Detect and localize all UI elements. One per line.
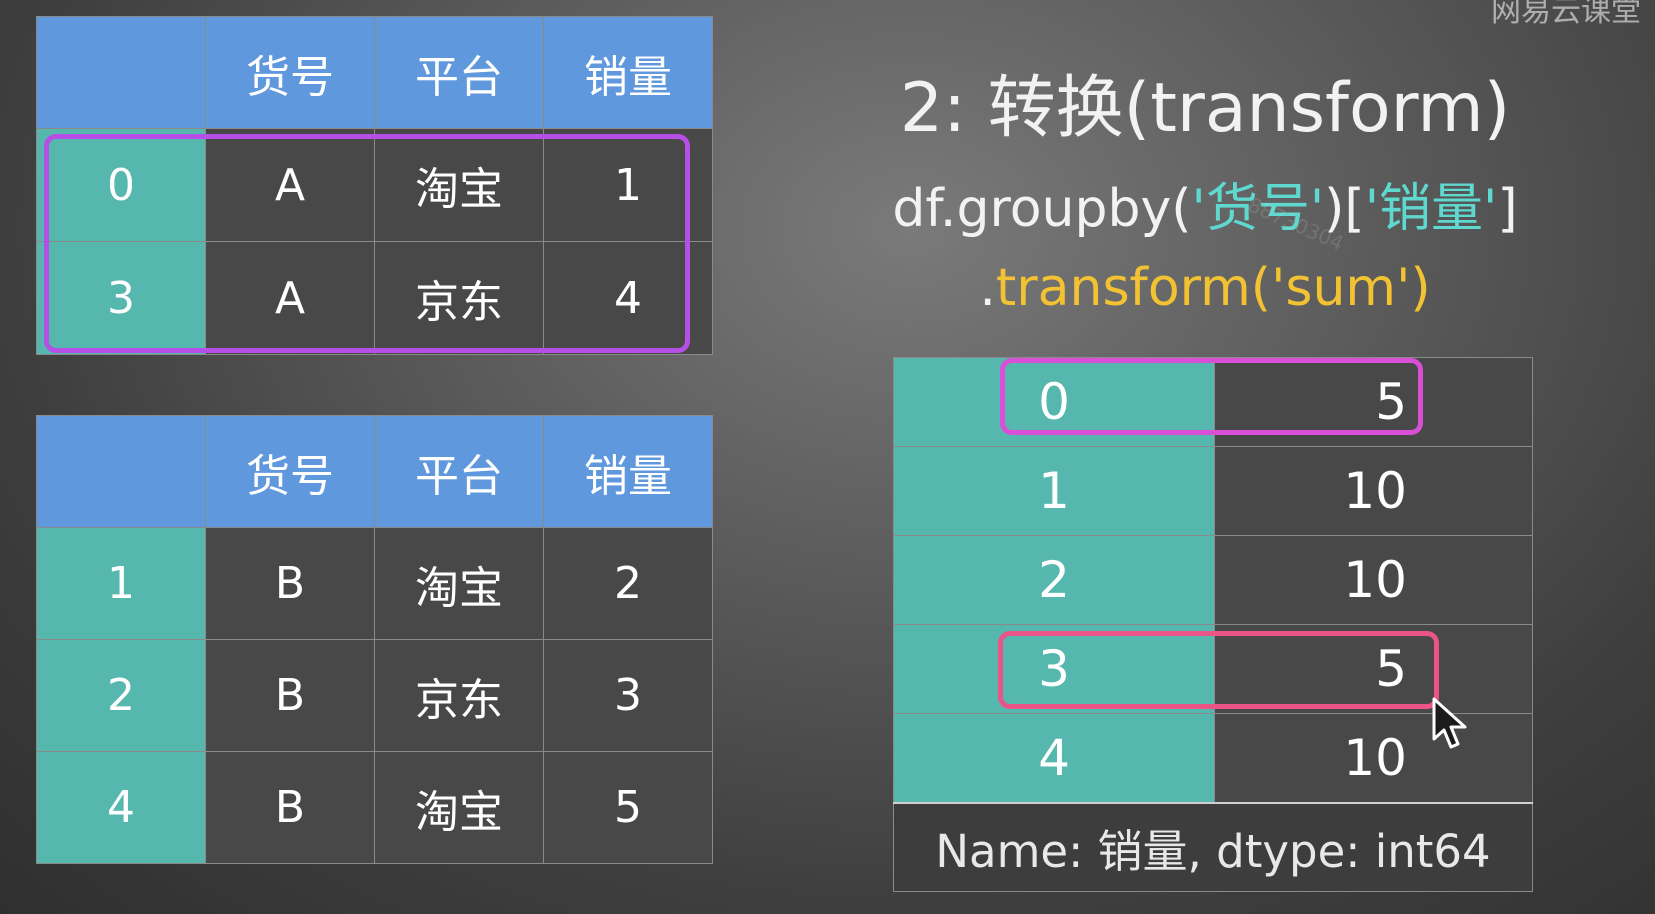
sales-cell: 3 bbox=[543, 639, 713, 752]
group-a-header-corner bbox=[36, 16, 206, 129]
code-groupby-suffix: ] bbox=[1497, 179, 1518, 239]
result-index-cell: 1 bbox=[893, 446, 1215, 536]
result-series-table: 0 5 1 10 2 10 3 5 4 10 Name: 销量, dtype: … bbox=[893, 357, 1533, 892]
code-groupby-prefix: df.groupby( bbox=[892, 179, 1192, 239]
table-row: 4 B 淘宝 5 bbox=[36, 751, 713, 864]
platform-cell: 淘宝 bbox=[374, 527, 544, 640]
group-a-header-row: 货号 平台 销量 bbox=[36, 16, 713, 129]
group-b-header-item-no: 货号 bbox=[205, 415, 375, 528]
result-value-cell: 10 bbox=[1214, 446, 1533, 536]
brand-logo-text: 网易云课堂 bbox=[1491, 0, 1641, 29]
item-no-cell: B bbox=[205, 751, 375, 864]
group-b-header-row: 货号 平台 销量 bbox=[36, 415, 713, 528]
group-a-header-platform: 平台 bbox=[374, 16, 544, 129]
series-dtype-footer: Name: 销量, dtype: int64 bbox=[893, 801, 1533, 892]
code-column-selector: '销量' bbox=[1364, 179, 1498, 239]
group-a-header-item-no: 货号 bbox=[205, 16, 375, 129]
result-value-cell: 10 bbox=[1214, 535, 1533, 625]
result-value-cell: 10 bbox=[1214, 713, 1533, 803]
platform-cell: 淘宝 bbox=[374, 751, 544, 864]
code-transform-dot: . bbox=[979, 258, 996, 318]
group-b-header-corner bbox=[36, 415, 206, 528]
code-line-transform: .transform('sum') bbox=[860, 258, 1550, 318]
item-no-cell: B bbox=[205, 527, 375, 640]
code-transform-call: transform('sum') bbox=[995, 258, 1431, 318]
slide-title: 2: 转换(transform) bbox=[899, 69, 1511, 148]
result-index-cell: 4 bbox=[893, 713, 1215, 803]
group-b-table: 货号 平台 销量 1 B 淘宝 2 2 B 京东 3 4 B 淘宝 5 bbox=[36, 415, 713, 864]
row-index: 1 bbox=[36, 527, 206, 640]
row-index: 2 bbox=[36, 639, 206, 752]
result-footer-row: Name: 销量, dtype: int64 bbox=[893, 801, 1533, 892]
table-row: 1 B 淘宝 2 bbox=[36, 527, 713, 640]
result-row-3-highlight-box bbox=[998, 631, 1439, 709]
row-index: 4 bbox=[36, 751, 206, 864]
group-b-header-sales: 销量 bbox=[543, 415, 713, 528]
table-row: 2 10 bbox=[893, 535, 1533, 625]
table-row: 2 B 京东 3 bbox=[36, 639, 713, 752]
sales-cell: 5 bbox=[543, 751, 713, 864]
group-a-highlight-box bbox=[44, 134, 690, 353]
mouse-pointer-icon bbox=[1432, 697, 1467, 749]
result-index-cell: 2 bbox=[893, 535, 1215, 625]
group-b-header-platform: 平台 bbox=[374, 415, 544, 528]
group-a-header-sales: 销量 bbox=[543, 16, 713, 129]
platform-cell: 京东 bbox=[374, 639, 544, 752]
table-row: 1 10 bbox=[893, 446, 1533, 536]
code-line-groupby: df.groupby('货号')['销量'] bbox=[860, 166, 1550, 241]
sales-cell: 2 bbox=[543, 527, 713, 640]
item-no-cell: B bbox=[205, 639, 375, 752]
result-row-0-highlight-box bbox=[1000, 358, 1423, 435]
